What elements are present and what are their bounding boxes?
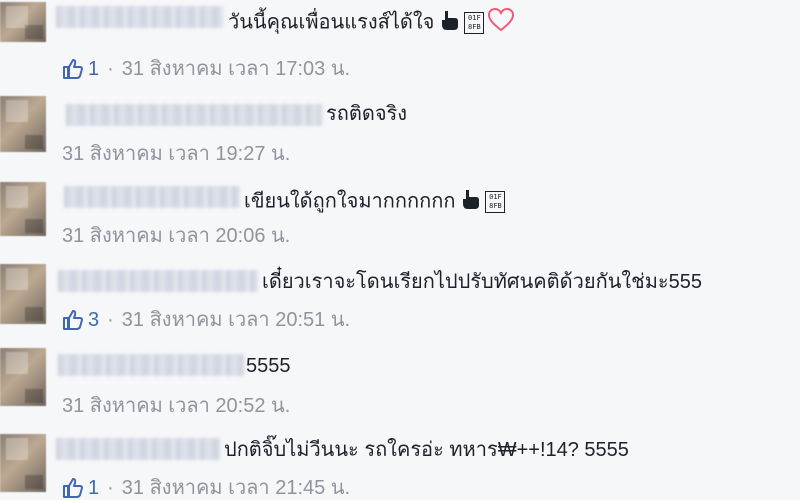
comment-text-row: 5555 <box>246 354 291 378</box>
unknown-glyph-box: 01F 8FB <box>464 12 485 34</box>
like-count-link[interactable]: 1 <box>62 57 107 81</box>
unknown-glyph-box: 01F 8FB <box>485 191 506 213</box>
timestamp[interactable]: 31 สิงหาคม เวลา 17:03 น. <box>122 57 350 81</box>
separator: · <box>107 477 114 499</box>
like-count-link[interactable]: 1 <box>62 476 107 500</box>
timestamp[interactable]: 31 สิงหาคม เวลา 20:51 น. <box>122 308 350 332</box>
comment-text-row: เขียนใด้ถูกใจมากกกกกก 01F 8FB <box>244 188 506 216</box>
commenter-name[interactable] <box>56 438 220 460</box>
commenter-name[interactable] <box>56 6 224 28</box>
comment-meta: 3 · 31 สิงหาคม เวลา 20:51 น. <box>62 308 350 332</box>
comment-meta: 31 สิงหาคม เวลา 19:27 น. <box>62 142 290 166</box>
like-count: 3 <box>88 309 100 331</box>
timestamp[interactable]: 31 สิงหาคม เวลา 21:45 น. <box>122 476 350 500</box>
comment-text-row: เดี๋ยวเราจะโดนเรียกไปปรับทัศนคติด้วยกันใ… <box>262 270 702 294</box>
timestamp[interactable]: 31 สิงหาคม เวลา 20:52 น. <box>62 394 290 418</box>
pointing-hand-icon <box>438 9 460 37</box>
thumbs-up-icon <box>63 478 83 498</box>
avatar[interactable] <box>0 348 46 406</box>
comment-meta: 31 สิงหาคม เวลา 20:06 น. <box>62 224 290 248</box>
timestamp[interactable]: 31 สิงหาคม เวลา 20:06 น. <box>62 224 290 248</box>
comment-text: เดี๋ยวเราจะโดนเรียกไปปรับทัศนคติด้วยกันใ… <box>262 271 703 293</box>
comment-text: วันนี้คุณเพื่อนแรงส์ได้ใจ <box>228 11 435 34</box>
avatar[interactable] <box>0 182 46 236</box>
pointing-hand-icon <box>459 188 481 216</box>
comment-text: 5555 <box>246 355 291 377</box>
comment-text-row: รถติดจริง <box>326 102 407 126</box>
timestamp[interactable]: 31 สิงหาคม เวลา 19:27 น. <box>62 142 290 166</box>
comment-text: เขียนใด้ถูกใจมากกกกกก <box>244 190 456 213</box>
like-count: 1 <box>88 477 100 499</box>
avatar[interactable] <box>0 434 46 492</box>
commenter-name[interactable] <box>66 104 322 126</box>
comment-text: รถติดจริง <box>326 103 408 125</box>
comment-text: ปกติจิ๊บไม่วีนนะ รถใครอ่ะ ทหาร₩++!14? 55… <box>224 439 629 461</box>
like-count-link[interactable]: 3 <box>62 308 107 332</box>
avatar[interactable] <box>0 2 46 42</box>
comment-text-row: วันนี้คุณเพื่อนแรงส์ได้ใจ 01F 8FB <box>228 7 515 38</box>
heart-icon <box>488 7 515 38</box>
commenter-name[interactable] <box>64 186 240 208</box>
separator: · <box>107 309 114 331</box>
avatar[interactable] <box>0 96 46 152</box>
thumbs-up-icon <box>63 310 83 330</box>
thumbs-up-icon <box>63 59 83 79</box>
avatar[interactable] <box>0 264 46 324</box>
comment-meta: 1 · 31 สิงหาคม เวลา 17:03 น. <box>62 57 350 81</box>
comment-text-row: ปกติจิ๊บไม่วีนนะ รถใครอ่ะ ทหาร₩++!14? 55… <box>224 438 629 462</box>
commenter-name[interactable] <box>58 354 244 376</box>
separator: · <box>107 58 114 80</box>
comment-meta: 31 สิงหาคม เวลา 20:52 น. <box>62 394 290 418</box>
comment-meta: 1 · 31 สิงหาคม เวลา 21:45 น. <box>62 476 350 500</box>
commenter-name[interactable] <box>58 270 258 292</box>
like-count: 1 <box>88 58 100 80</box>
